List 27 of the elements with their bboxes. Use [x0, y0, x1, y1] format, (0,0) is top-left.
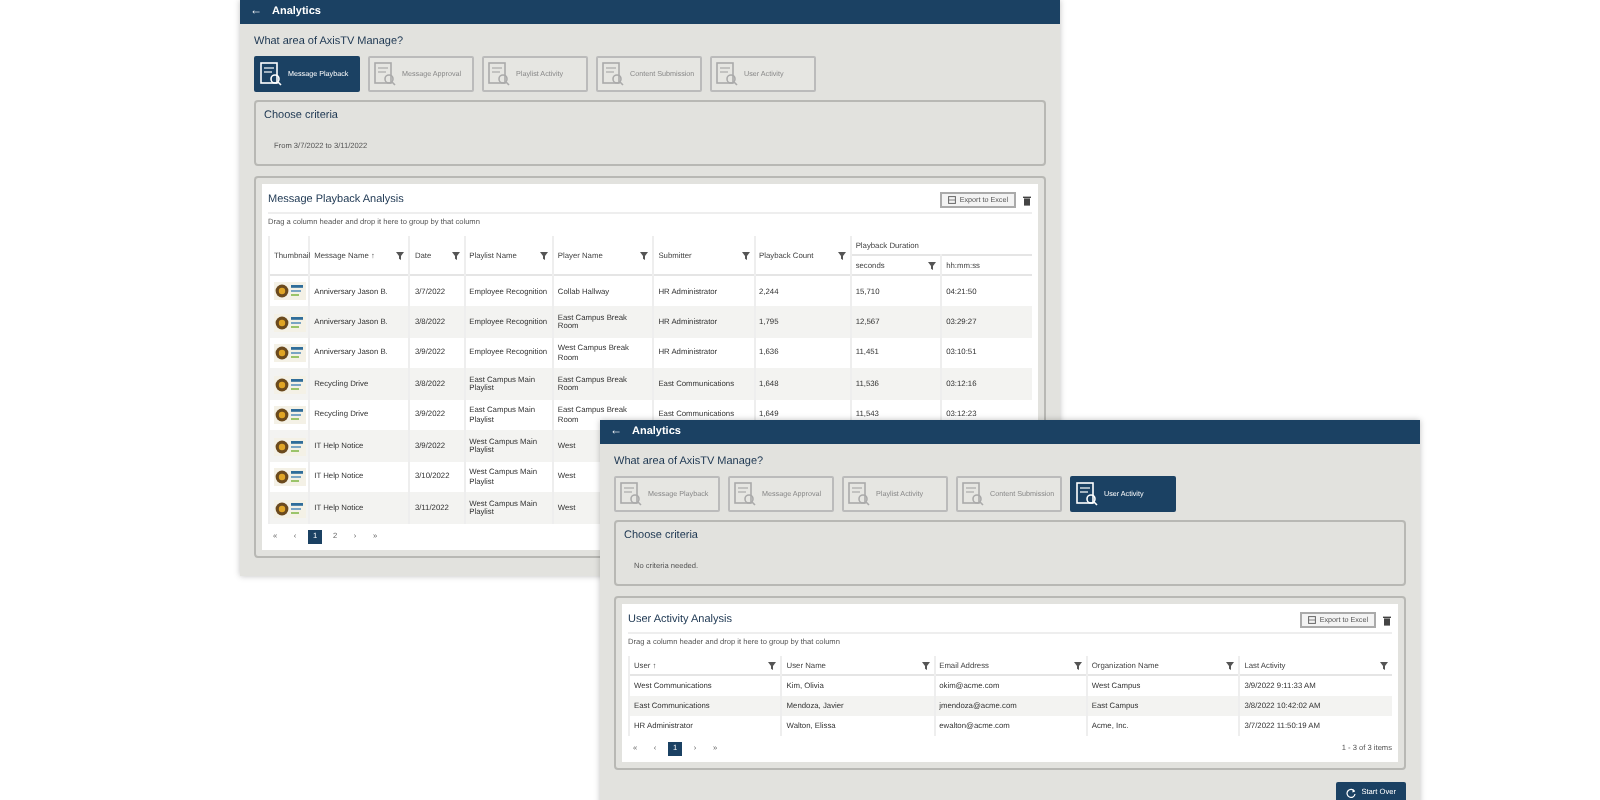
filter-icon	[1073, 661, 1082, 670]
spreadsheet-icon	[1307, 616, 1316, 625]
document-search-icon	[848, 482, 870, 507]
trash-icon	[1382, 615, 1392, 626]
spreadsheet-icon	[947, 196, 956, 205]
document-search-icon	[962, 482, 984, 507]
document-search-icon	[734, 482, 756, 507]
filter-icon	[921, 661, 930, 670]
document-search-icon	[716, 62, 738, 87]
trash-icon	[1022, 195, 1032, 206]
document-search-icon	[602, 62, 624, 87]
document-search-icon	[260, 62, 282, 87]
refresh-icon	[1345, 788, 1356, 799]
document-search-icon	[620, 482, 642, 507]
document-search-icon	[488, 62, 510, 87]
filter-icon	[928, 261, 937, 270]
filter-icon	[451, 251, 460, 260]
filter-icon	[837, 251, 846, 260]
filter-icon	[741, 251, 750, 260]
filter-icon	[640, 251, 649, 260]
filter-icon	[1380, 661, 1388, 670]
filter-icon	[768, 661, 777, 670]
filter-icon	[1226, 661, 1235, 670]
filter-icon	[396, 251, 405, 260]
filter-icon	[539, 251, 548, 260]
document-search-icon	[1076, 482, 1098, 507]
document-search-icon	[374, 62, 396, 87]
